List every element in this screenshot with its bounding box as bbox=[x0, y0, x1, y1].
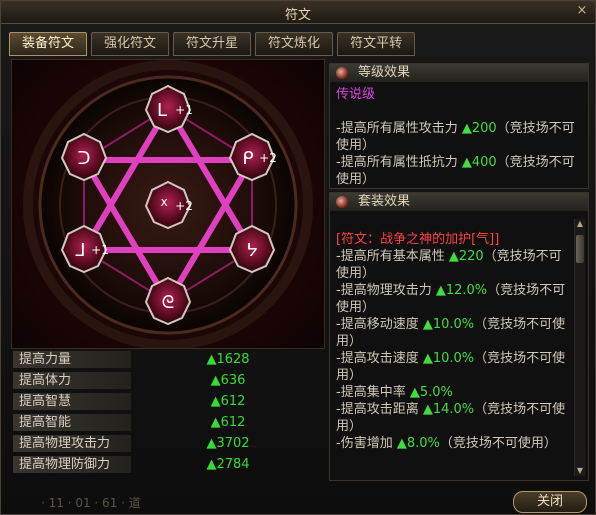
tab-bar: 装备符文 强化符文 符文升星 符文炼化 符文平转 bbox=[9, 32, 416, 56]
grade-label: 传说级 bbox=[336, 87, 376, 102]
rune-glyph: ᒪ bbox=[157, 100, 167, 121]
effect-line: -提高移动速度 ▲10.0%（竞技场不可使用） bbox=[336, 317, 566, 349]
effect-line: -伤害增加 ▲8.0%（竞技场不可使用） bbox=[336, 436, 557, 451]
set-effect-header: 套装效果 bbox=[330, 193, 588, 211]
stat-row: 提高物理防御力 ▲2784 bbox=[13, 454, 325, 475]
stat-label: 提高力量 bbox=[13, 351, 131, 368]
close-icon[interactable]: × bbox=[575, 4, 589, 18]
rune-circle: ᒪ +1 ᑭ +2 ᔭ ᘓ ᒧ +1 ᑐ ᕁ +2 bbox=[23, 60, 313, 348]
rune-badge: +2 bbox=[175, 199, 193, 213]
close-button[interactable]: 关闭 bbox=[513, 491, 587, 513]
stat-label: 提高智慧 bbox=[13, 393, 131, 410]
panel-title: 套装效果 bbox=[358, 194, 411, 209]
orb-icon bbox=[336, 67, 348, 79]
scroll-thumb[interactable] bbox=[576, 235, 584, 263]
rune-slot-lower-right: ᔭ bbox=[228, 224, 276, 274]
orb-icon bbox=[336, 196, 348, 208]
rune-badge: +1 bbox=[175, 103, 193, 117]
stat-value: ▲1628 bbox=[206, 352, 250, 367]
level-effect-body: 传说级 -提高所有属性攻击力 ▲200（竞技场不可使用） -提高所有属性抵抗力 … bbox=[330, 82, 588, 192]
level-effect-panel: 等级效果 传说级 -提高所有属性攻击力 ▲200（竞技场不可使用） -提高所有属… bbox=[329, 63, 589, 189]
stat-value: ▲636 bbox=[210, 373, 246, 388]
bottom-faded-text: · 11 · 01 · 61 · 道 bbox=[41, 496, 141, 510]
stat-row: 提高智慧 ▲612 bbox=[13, 391, 325, 412]
rune-circle-panel: ᒪ +1 ᑭ +2 ᔭ ᘓ ᒧ +1 ᑐ ᕁ +2 bbox=[11, 59, 325, 349]
tab-rune-transfer[interactable]: 符文平转 bbox=[337, 32, 416, 56]
tab-equip-rune[interactable]: 装备符文 bbox=[9, 32, 88, 56]
rune-glyph: ᘓ bbox=[162, 292, 175, 313]
stat-row: 提高物理攻击力 ▲3702 bbox=[13, 433, 325, 454]
stat-label: 提高体力 bbox=[13, 372, 131, 389]
title-bar[interactable]: 符文 × bbox=[1, 1, 595, 24]
rune-glyph: ᑭ bbox=[242, 148, 253, 169]
stat-row: 提高力量 ▲1628 bbox=[13, 349, 325, 370]
effect-line: -提高所有基本属性 ▲220（竞技场不可使用） bbox=[336, 249, 562, 281]
scroll-down-icon[interactable]: ▼ bbox=[575, 466, 585, 476]
effect-line: -提高攻击距离 ▲14.0%（竞技场不可使用） bbox=[336, 402, 566, 434]
stat-row: 提高智能 ▲612 bbox=[13, 412, 325, 433]
set-effect-body: [符文：战争之神的加护[气]] -提高所有基本属性 ▲220（竞技场不可使用） … bbox=[330, 211, 588, 456]
scrollbar[interactable]: ▲ ▼ bbox=[574, 219, 585, 476]
effect-line: -提高集中率 ▲5.0% bbox=[336, 385, 453, 400]
effect-line: -提高所有属性攻击力 ▲200（竞技场不可使用） bbox=[336, 121, 575, 153]
set-effect-panel: 套装效果 [符文：战争之神的加护[气]] -提高所有基本属性 ▲220（竞技场不… bbox=[329, 192, 589, 481]
effect-line: -提高所有属性抵抗力 ▲400（竞技场不可使用） bbox=[336, 155, 575, 187]
rune-glyph: ᕁ bbox=[160, 196, 169, 217]
stat-value: ▲3702 bbox=[206, 436, 250, 451]
rune-glyph: ᑐ bbox=[77, 148, 90, 169]
stat-label: 提高智能 bbox=[13, 414, 131, 431]
tab-rune-refine[interactable]: 符文炼化 bbox=[255, 32, 334, 56]
stat-value: ▲2784 bbox=[206, 457, 250, 472]
panel-title: 等级效果 bbox=[358, 65, 411, 80]
effect-line: -提高物理攻击力 ▲12.0%（竞技场不可使用） bbox=[336, 283, 566, 315]
rune-badge: +1 bbox=[91, 243, 109, 257]
scroll-up-icon[interactable]: ▲ bbox=[575, 219, 585, 229]
tab-enhance-rune[interactable]: 强化符文 bbox=[91, 32, 170, 56]
set-name: [符文：战争之神的加护[气]] bbox=[336, 232, 500, 247]
stat-value: ▲612 bbox=[210, 394, 246, 409]
window-title: 符文 bbox=[284, 8, 311, 23]
stat-value: ▲612 bbox=[210, 415, 246, 430]
rune-glyph: ᔭ bbox=[246, 240, 257, 261]
rune-window: 符文 × 装备符文 强化符文 符文升星 符文炼化 符文平转 ᒪ +1 ᑭ +2 … bbox=[0, 0, 596, 515]
level-effect-header: 等级效果 bbox=[330, 64, 588, 82]
stats-list: 提高力量 ▲1628 提高体力 ▲636 提高智慧 ▲612 提高智能 ▲612… bbox=[13, 349, 325, 475]
rune-slot-upper-left: ᑐ bbox=[60, 132, 108, 182]
rune-slot-bottom: ᘓ bbox=[144, 276, 192, 326]
effect-line: -提高攻击速度 ▲10.0%（竞技场不可使用） bbox=[336, 351, 566, 383]
rune-badge: +2 bbox=[259, 151, 277, 165]
rune-glyph: ᒧ bbox=[75, 240, 86, 261]
tab-rune-star[interactable]: 符文升星 bbox=[173, 32, 252, 56]
stat-label: 提高物理攻击力 bbox=[13, 435, 131, 452]
stat-row: 提高体力 ▲636 bbox=[13, 370, 325, 391]
stat-label: 提高物理防御力 bbox=[13, 456, 131, 473]
